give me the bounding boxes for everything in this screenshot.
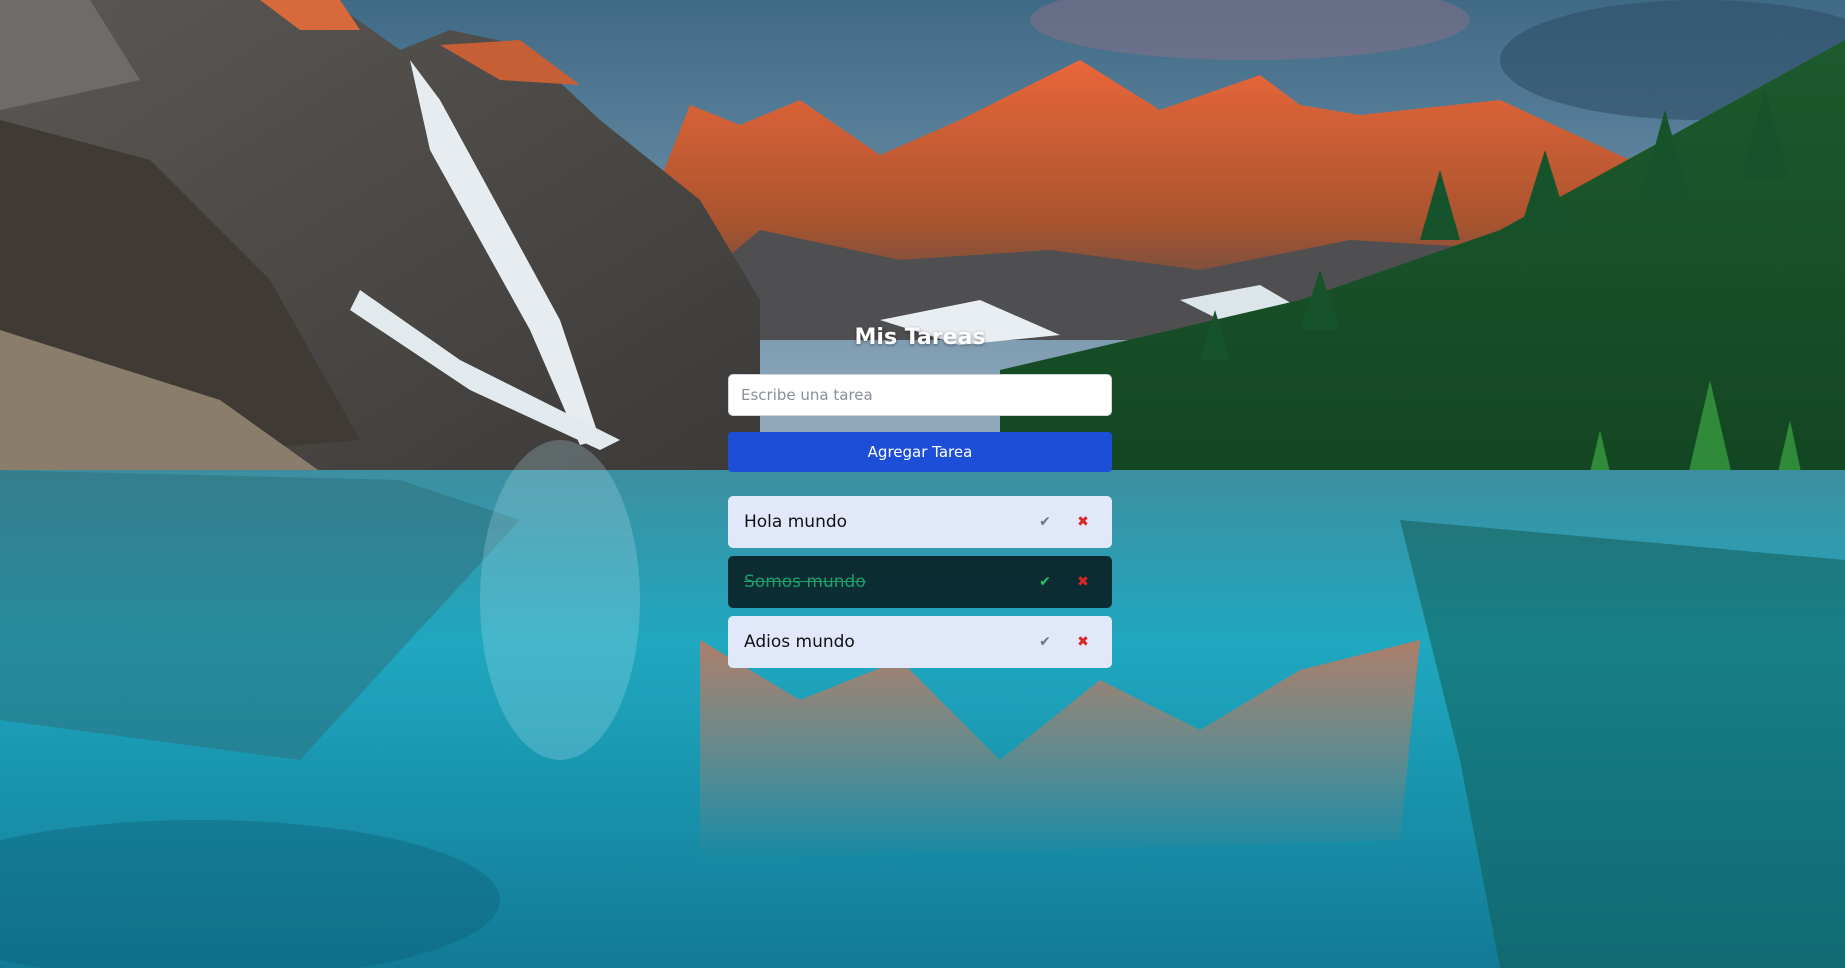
- todo-app: Mis Tareas Agregar Tarea Hola mundo ✔ ✖ …: [728, 320, 1112, 676]
- add-task-button[interactable]: Agregar Tarea: [728, 432, 1112, 472]
- delete-task-close-icon[interactable]: ✖: [1070, 629, 1096, 655]
- complete-task-check-icon[interactable]: ✔: [1032, 629, 1058, 655]
- task-list: Hola mundo ✔ ✖ Somos mundo ✔ ✖ Adios mun…: [728, 496, 1112, 668]
- complete-task-check-icon[interactable]: ✔: [1032, 569, 1058, 595]
- task-item: Hola mundo ✔ ✖: [728, 496, 1112, 548]
- delete-task-close-icon[interactable]: ✖: [1070, 569, 1096, 595]
- task-text: Adios mundo: [744, 632, 855, 652]
- delete-task-close-icon[interactable]: ✖: [1070, 509, 1096, 535]
- complete-task-check-icon[interactable]: ✔: [1032, 509, 1058, 535]
- task-input[interactable]: [728, 374, 1112, 416]
- task-item-completed: Somos mundo ✔ ✖: [728, 556, 1112, 608]
- task-text: Hola mundo: [744, 512, 848, 532]
- task-text: Somos mundo: [744, 572, 866, 592]
- task-item: Adios mundo ✔ ✖: [728, 616, 1112, 668]
- page-title: Mis Tareas: [854, 325, 986, 350]
